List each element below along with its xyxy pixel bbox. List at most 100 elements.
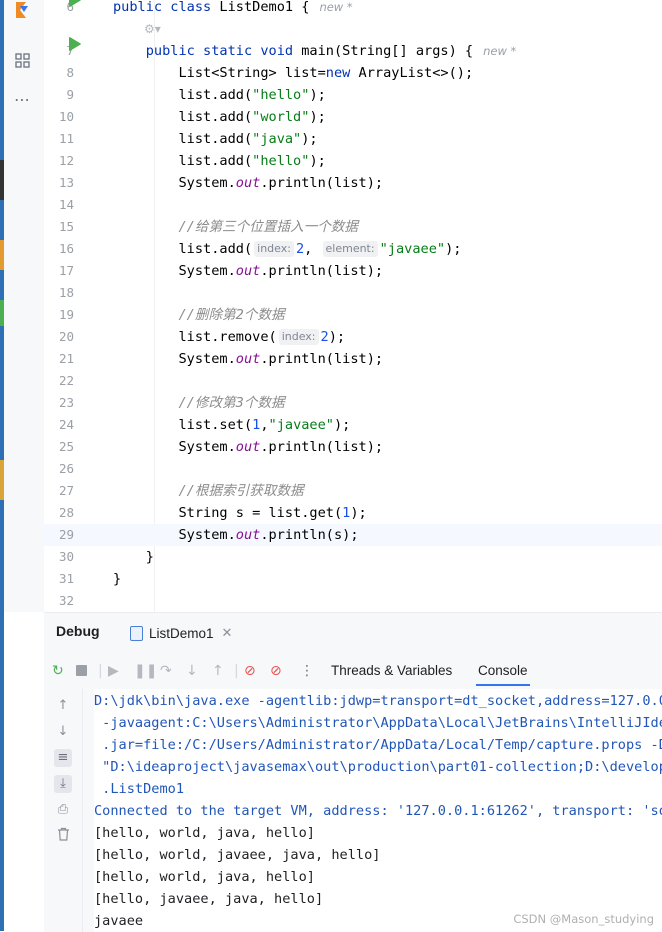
code-token: String s = list.get(: [113, 505, 343, 521]
code-line[interactable]: 13 System.out.println(list);: [44, 172, 662, 194]
code-token: );: [328, 329, 346, 345]
scroll-down-icon[interactable]: ↓: [54, 723, 72, 741]
code-line[interactable]: 17 System.out.println(list);: [44, 260, 662, 282]
line-number: 25: [58, 439, 74, 454]
view-breakpoints-icon[interactable]: ⊘: [244, 661, 256, 681]
line-number: 12: [58, 153, 74, 168]
code-token: "javaee": [379, 241, 446, 257]
console-line: [hello, world, java, hello]: [94, 825, 315, 841]
code-token: System.: [113, 527, 236, 543]
step-over-icon[interactable]: ↷: [160, 661, 172, 681]
code-token: );: [309, 153, 326, 169]
code-line[interactable]: 10 list.add("world");: [44, 106, 662, 128]
more-options-icon[interactable]: ⋮: [300, 661, 314, 681]
code-line[interactable]: 12 list.add("hello");: [44, 150, 662, 172]
code-token: ArrayList<>();: [358, 65, 474, 81]
code-token: .println(list);: [260, 263, 384, 279]
mute-breakpoints-icon[interactable]: ⊘: [270, 661, 282, 681]
print-icon[interactable]: ⎙: [54, 801, 72, 819]
line-number: 23: [58, 395, 74, 410]
session-tab-listdemo1[interactable]: ListDemo1 ✕: [130, 621, 232, 645]
watermark: CSDN @Mason_studying: [513, 912, 654, 926]
code-text: list.add("hello");: [113, 150, 326, 172]
code-line[interactable]: 25 System.out.println(list);: [44, 436, 662, 458]
tab-threads-variables[interactable]: Threads & Variables: [331, 661, 452, 681]
author-hint[interactable]: new *: [483, 44, 516, 58]
code-text: list.remove(index: 2);: [113, 326, 345, 348]
author-hint[interactable]: new *: [319, 0, 352, 14]
more-tools-icon[interactable]: ⋯: [14, 90, 30, 109]
code-line[interactable]: 14: [44, 194, 662, 216]
code-line[interactable]: 8 List<String> list=new ArrayList<>();: [44, 62, 662, 84]
code-text: System.out.println(list);: [113, 260, 383, 282]
code-line[interactable]: 9 list.add("hello");: [44, 84, 662, 106]
code-line[interactable]: 32: [44, 590, 662, 612]
code-text: list.add("hello");: [113, 84, 325, 106]
code-token: );: [309, 109, 326, 125]
code-line[interactable]: 24 list.set(1,"javaee");: [44, 414, 662, 436]
close-icon[interactable]: ✕: [222, 625, 233, 641]
code-line[interactable]: 31}: [44, 568, 662, 590]
code-token: //根据索引获取数据: [178, 483, 304, 499]
pause-icon[interactable]: ❚❚: [134, 661, 157, 681]
soft-wrap-icon[interactable]: ≡: [54, 749, 72, 767]
code-line[interactable]: 26: [44, 458, 662, 480]
code-token: );: [350, 505, 367, 521]
line-number: 10: [58, 109, 74, 124]
code-line[interactable]: 29 System.out.println(s);: [44, 524, 662, 546]
code-text: list.add(index: 2, element: "javaee");: [113, 238, 461, 260]
rerun-icon[interactable]: ↻: [52, 661, 64, 681]
toolbar-divider: |: [98, 663, 103, 679]
structure-icon[interactable]: [14, 52, 32, 74]
code-token: list.add(: [113, 109, 253, 125]
code-token: list.add(: [113, 131, 253, 147]
console-line: D:\jdk\bin\java.exe -agentlib:jdwp=trans…: [94, 693, 662, 709]
code-token: .println(s);: [260, 527, 359, 543]
code-token: public static void: [145, 43, 302, 59]
code-editor[interactable]: 6 public class ListDemo1 {new * ⚙▾ 7 public…: [44, 0, 662, 612]
code-line[interactable]: 22: [44, 370, 662, 392]
code-token: main(String[] args) {: [301, 43, 474, 59]
code-text: list.add("world");: [113, 106, 326, 128]
code-line[interactable]: 20 list.remove(index: 2);: [44, 326, 662, 348]
trash-icon[interactable]: [54, 827, 72, 845]
code-line[interactable]: 15 //给第三个位置插入一个数据: [44, 216, 662, 238]
code-line[interactable]: 6 public class ListDemo1 {new *: [44, 0, 662, 18]
line-number: 13: [58, 175, 74, 190]
resume-icon[interactable]: ▶: [108, 661, 119, 681]
project-logo-icon[interactable]: [12, 0, 34, 20]
code-token: System.: [113, 351, 236, 367]
code-text: public class ListDemo1 {new *: [113, 0, 353, 18]
code-line[interactable]: 19 //删除第2个数据: [44, 304, 662, 326]
console-output[interactable]: D:\jdk\bin\java.exe -agentlib:jdwp=trans…: [94, 689, 662, 932]
code-line[interactable]: 28 String s = list.get(1);: [44, 502, 662, 524]
console-line: .jar=file:/C:/Users/Administrator/AppDat…: [94, 737, 662, 753]
step-into-icon[interactable]: ↓: [186, 661, 198, 681]
code-line[interactable]: 16 list.add(index: 2, element: "javaee");: [44, 238, 662, 260]
parameter-hint: element:: [322, 241, 378, 257]
console-line: [hello, world, java, hello]: [94, 869, 315, 885]
code-line[interactable]: 27 //根据索引获取数据: [44, 480, 662, 502]
stop-icon[interactable]: [76, 661, 87, 681]
scroll-up-icon[interactable]: ↑: [54, 697, 72, 715]
code-line[interactable]: 11 list.add("java");: [44, 128, 662, 150]
code-line[interactable]: 23 //修改第3个数据: [44, 392, 662, 414]
code-line[interactable]: 30 }: [44, 546, 662, 568]
line-number: 22: [58, 373, 74, 388]
code-line[interactable]: 18: [44, 282, 662, 304]
code-token: );: [334, 417, 351, 433]
step-out-icon[interactable]: ↑: [212, 661, 224, 681]
code-line[interactable]: 7 public static void main(String[] args)…: [44, 37, 662, 62]
code-line[interactable]: 21 System.out.println(list);: [44, 348, 662, 370]
scroll-to-end-icon[interactable]: ⤓: [54, 775, 72, 793]
code-vision-icon[interactable]: ⚙▾: [144, 18, 161, 40]
debug-panel: Debug ListDemo1 ✕ ↻ | ▶ ❚❚ ↷ ↓ ↑ | ⊘ ⊘ ⋮…: [44, 612, 662, 932]
code-token: );: [301, 131, 318, 147]
code-text: list.add("java");: [113, 128, 318, 150]
code-line[interactable]: ⚙▾: [44, 18, 662, 40]
line-number: 19: [58, 307, 74, 322]
code-token: );: [445, 241, 462, 257]
tab-console[interactable]: Console: [476, 661, 530, 686]
